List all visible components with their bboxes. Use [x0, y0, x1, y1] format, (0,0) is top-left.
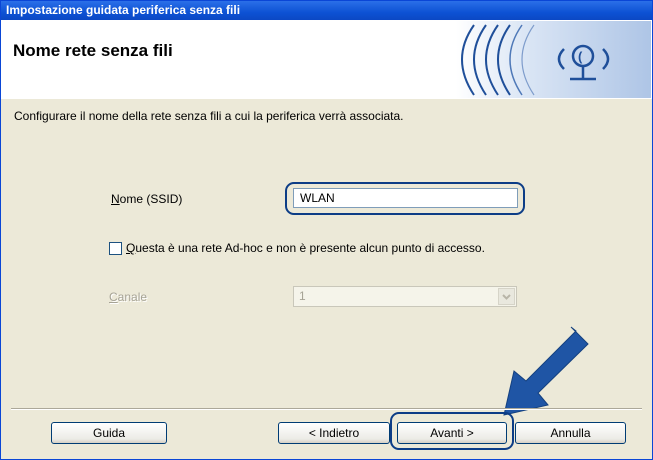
description-text: Configurare il nome della rete senza fil… — [14, 109, 404, 123]
back-button-label: < Indietro — [308, 426, 360, 440]
title-bar: Impostazione guidata periferica senza fi… — [1, 1, 652, 20]
adhoc-checkbox[interactable] — [109, 242, 122, 255]
wireless-network-icon: ( — [456, 21, 651, 98]
next-button-label: Avanti > — [430, 426, 474, 440]
channel-label: Canale — [109, 290, 148, 304]
wizard-header: Nome rete senza fili ( — [1, 20, 652, 100]
cancel-button-label: Annulla — [550, 426, 591, 440]
wizard-window: Impostazione guidata periferica senza fi… — [0, 0, 653, 460]
help-button[interactable]: Guida — [51, 422, 167, 444]
cancel-button[interactable]: Annulla — [515, 422, 626, 444]
adhoc-label[interactable]: Questa è una rete Ad-hoc e non è present… — [126, 241, 485, 255]
footer-divider — [11, 408, 642, 410]
svg-text:(: ( — [578, 49, 583, 64]
next-button[interactable]: Avanti > — [397, 422, 507, 444]
chevron-down-icon — [498, 288, 515, 305]
channel-value: 1 — [299, 289, 306, 303]
page-title: Nome rete senza fili — [13, 41, 173, 60]
channel-select: 1 — [293, 286, 517, 307]
pointer-arrow-icon — [503, 326, 589, 416]
ssid-label: Nome (SSID) — [111, 192, 183, 206]
help-button-label: Guida — [92, 426, 126, 440]
ssid-input[interactable]: WLAN — [293, 188, 518, 208]
back-button[interactable]: < Indietro — [278, 422, 390, 444]
